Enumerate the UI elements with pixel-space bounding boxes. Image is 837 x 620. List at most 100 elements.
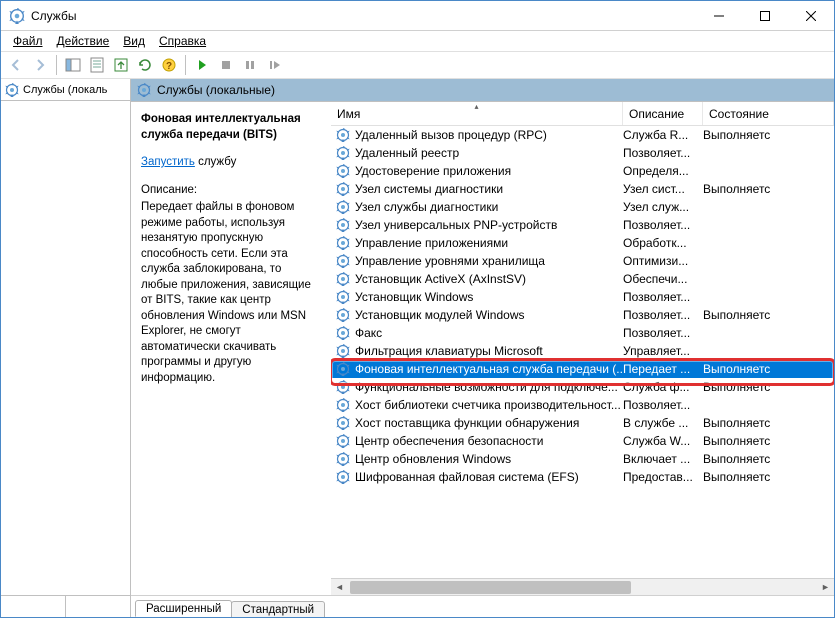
tree-pane: Службы (локаль [1, 79, 131, 617]
service-gear-icon [335, 434, 351, 448]
restart-service-button [263, 54, 285, 76]
service-gear-icon [335, 452, 351, 466]
service-gear-icon [335, 236, 351, 250]
service-row[interactable]: Фоновая интеллектуальная служба передачи… [331, 360, 834, 378]
service-name-cell: Управление уровнями хранилища [351, 254, 623, 268]
column-description[interactable]: Описание [623, 102, 703, 125]
service-row[interactable]: Хост библиотеки счетчика производительно… [331, 396, 834, 414]
start-service-button[interactable] [191, 54, 213, 76]
service-gear-icon [335, 164, 351, 178]
service-row[interactable]: ФаксПозволяет... [331, 324, 834, 342]
main-area: Службы (локаль Службы (локальные) Фонова… [1, 79, 834, 617]
service-state-cell: Выполняетс [703, 182, 834, 196]
scrollbar-thumb[interactable] [350, 581, 631, 594]
service-row[interactable]: Узел универсальных PNP-устройствПозволяе… [331, 216, 834, 234]
service-desc-cell: Служба W... [623, 434, 703, 448]
service-gear-icon [335, 380, 351, 394]
minimize-button[interactable] [696, 1, 742, 31]
service-list-body[interactable]: Удаленный вызов процедур (RPC)Служба R..… [331, 126, 834, 578]
back-button [5, 54, 27, 76]
service-state-cell: Выполняетс [703, 452, 834, 466]
service-row[interactable]: Центр обеспечения безопасностиСлужба W..… [331, 432, 834, 450]
service-row[interactable]: Фильтрация клавиатуры MicrosoftУправляет… [331, 342, 834, 360]
service-row[interactable]: Удостоверение приложенияОпределя... [331, 162, 834, 180]
service-row[interactable]: Управление уровнями хранилищаОптимизи... [331, 252, 834, 270]
menu-bar: Файл Действие Вид Справка [1, 31, 834, 51]
tab-standard[interactable]: Стандартный [231, 601, 325, 617]
horizontal-scrollbar[interactable]: ◄ ► [331, 578, 834, 595]
service-desc-cell: Служба ф... [623, 380, 703, 394]
service-desc-cell: Узел сист... [623, 182, 703, 196]
service-row[interactable]: Узел службы диагностикиУзел служ... [331, 198, 834, 216]
close-button[interactable] [788, 1, 834, 31]
service-name-cell: Узел службы диагностики [351, 200, 623, 214]
service-name-cell: Хост библиотеки счетчика производительно… [351, 398, 623, 412]
service-row[interactable]: Узел системы диагностикиУзел сист...Выпо… [331, 180, 834, 198]
service-desc-cell: Передает ... [623, 362, 703, 376]
scroll-left-icon[interactable]: ◄ [331, 579, 348, 596]
service-row[interactable]: Функциональные возможности для подключе.… [331, 378, 834, 396]
services-window: Службы Файл Действие Вид Справка [0, 0, 835, 618]
service-gear-icon [335, 470, 351, 484]
start-service-link[interactable]: Запустить [141, 156, 195, 168]
show-hide-tree-button[interactable] [62, 54, 84, 76]
menu-action[interactable]: Действие [51, 32, 116, 50]
tree-root-item[interactable]: Службы (локаль [1, 79, 130, 101]
service-desc-cell: Позволяет... [623, 290, 703, 304]
help-button[interactable]: ? [158, 54, 180, 76]
service-desc-cell: Позволяет... [623, 308, 703, 322]
service-row[interactable]: Установщик ActiveX (AxInstSV)Обеспечи... [331, 270, 834, 288]
title-bar: Службы [1, 1, 834, 31]
service-row[interactable]: Установщик модулей WindowsПозволяет...Вы… [331, 306, 834, 324]
service-name-cell: Установщик ActiveX (AxInstSV) [351, 272, 623, 286]
svg-text:?: ? [166, 61, 172, 72]
menu-view[interactable]: Вид [117, 32, 151, 50]
description-label: Описание: [141, 183, 321, 199]
scroll-right-icon[interactable]: ► [817, 579, 834, 596]
menu-help[interactable]: Справка [153, 32, 212, 50]
service-name-cell: Удостоверение приложения [351, 164, 623, 178]
export-button[interactable] [110, 54, 132, 76]
toolbar: ? [1, 51, 834, 79]
service-row[interactable]: Установщик WindowsПозволяет... [331, 288, 834, 306]
service-name-cell: Шифрованная файловая система (EFS) [351, 470, 623, 484]
service-gear-icon [335, 326, 351, 340]
service-name-cell: Удаленный вызов процедур (RPC) [351, 128, 623, 142]
service-state-cell: Выполняетс [703, 128, 834, 142]
app-gear-icon [9, 8, 25, 24]
service-name-cell: Центр обновления Windows [351, 452, 623, 466]
service-row[interactable]: Удаленный реестрПозволяет... [331, 144, 834, 162]
tab-extended[interactable]: Расширенный [135, 600, 232, 617]
service-row[interactable]: Центр обновления WindowsВключает ...Выпо… [331, 450, 834, 468]
service-state-cell: Выполняетс [703, 362, 834, 376]
service-gear-icon [335, 182, 351, 196]
service-row[interactable]: Управление приложениямиОбработк... [331, 234, 834, 252]
service-name-cell: Фильтрация клавиатуры Microsoft [351, 344, 623, 358]
column-state[interactable]: Состояние [703, 102, 834, 125]
service-gear-icon [335, 344, 351, 358]
service-state-cell: Выполняетс [703, 470, 834, 484]
service-gear-icon [335, 308, 351, 322]
service-desc-cell: Позволяет... [623, 398, 703, 412]
service-gear-icon [335, 254, 351, 268]
description-text: Передает файлы в фоновом режиме работы, … [141, 200, 321, 386]
service-name-cell: Фоновая интеллектуальная служба передачи… [351, 362, 623, 376]
detail-header: Службы (локальные) [131, 79, 834, 101]
service-state-cell: Выполняетс [703, 308, 834, 322]
service-gear-icon [335, 200, 351, 214]
service-name-cell: Центр обеспечения безопасности [351, 434, 623, 448]
stop-service-button [215, 54, 237, 76]
service-gear-icon [335, 416, 351, 430]
service-row[interactable]: Удаленный вызов процедур (RPC)Служба R..… [331, 126, 834, 144]
maximize-button[interactable] [742, 1, 788, 31]
menu-file[interactable]: Файл [7, 32, 49, 50]
service-gear-icon [335, 290, 351, 304]
service-name-cell: Факс [351, 326, 623, 340]
service-row[interactable]: Хост поставщика функции обнаруженияВ слу… [331, 414, 834, 432]
refresh-button[interactable] [134, 54, 156, 76]
column-name[interactable]: Имя ▴ [331, 102, 623, 125]
service-desc-cell: Служба R... [623, 128, 703, 142]
service-row[interactable]: Шифрованная файловая система (EFS)Предос… [331, 468, 834, 486]
service-desc-cell: Определя... [623, 164, 703, 178]
properties-button[interactable] [86, 54, 108, 76]
